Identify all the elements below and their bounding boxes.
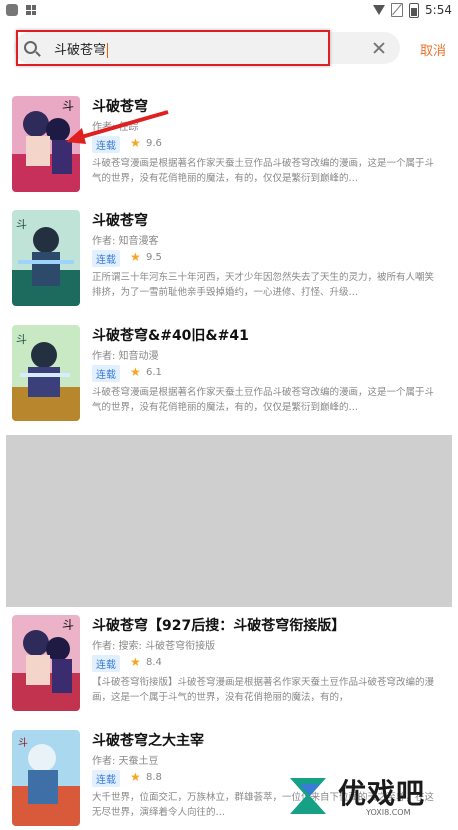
status-badge: 连载 [92,655,120,672]
annotation-highlight-box [16,30,330,66]
no-sim-icon [391,3,404,17]
status-time: 5:54 [425,3,452,17]
status-badge: 连载 [92,250,120,267]
watermark-text: 优戏吧 [338,777,426,810]
result-title[interactable]: 斗破苍穹 [92,210,148,230]
status-bar: 5:54 [0,0,458,20]
result-title[interactable]: 斗破苍穹之大主宰 [92,730,204,750]
result-score: 9.5 [146,252,162,263]
app-notification-icon [6,4,18,16]
result-description: 正所谓三十年河东三十年河西，天才少年因忽然失去了天生的灵力，被所有人嘲笑排挤，为… [92,272,435,298]
clear-icon[interactable] [372,41,386,55]
result-author: 作者: 知音漫客 [92,236,159,247]
svg-text:斗: 斗 [16,218,27,231]
ad-placeholder[interactable] [6,435,452,607]
grid-notification-icon [26,5,36,15]
cover-image: 斗 [12,210,80,306]
svg-text:斗: 斗 [18,737,28,749]
result-description: 斗破苍穹漫画是根据著名作家天蚕土豆作品斗破苍穹改编的漫画，这是一个属于斗气的世界… [92,158,435,184]
cover-image: 斗 [12,615,80,711]
battery-icon [409,2,420,18]
star-icon: ★ [130,250,141,264]
result-description: 【斗破苍穹衔接版】斗破苍穹漫画是根据著名作家天蚕土豆作品斗破苍穹改编的漫画，这是… [92,677,435,703]
star-icon: ★ [130,365,141,379]
result-description: 斗破苍穹漫画是根据著名作家天蚕土豆作品斗破苍穹改编的漫画，这是一个属于斗气的世界… [92,387,435,413]
result-item[interactable]: 斗 斗破苍穹【927后搜：斗破苍穹衔接版】 作者: 搜索: 斗破苍穹衔接版 连载… [12,615,448,715]
wifi-icon [373,5,386,15]
annotation-arrow [66,110,169,144]
result-author: 作者: 天蚕土豆 [92,756,159,767]
star-icon: ★ [130,770,141,784]
cover-image: 斗 [12,730,80,826]
watermark-logo-icon [290,778,326,814]
status-badge: 连载 [92,365,120,382]
result-title[interactable]: 斗破苍穹【927后搜：斗破苍穹衔接版】 [92,615,345,635]
result-item[interactable]: 斗 斗破苍穹 作者: 知音漫客 连载 ★ 9.5 正所谓三十年河东三十年河西，天… [12,210,448,310]
status-badge: 连载 [92,770,120,787]
star-icon: ★ [130,655,141,669]
result-score: 8.4 [146,657,162,668]
svg-text:斗: 斗 [16,333,27,346]
result-score: 8.8 [146,772,162,783]
cover-image: 斗 [12,325,80,421]
result-author: 作者: 知音动漫 [92,351,159,362]
result-item[interactable]: 斗 斗破苍穹&#40旧&#41 作者: 知音动漫 连载 ★ 6.1 斗破苍穹漫画… [12,325,448,425]
result-score: 6.1 [146,367,162,378]
result-author: 作者: 搜索: 斗破苍穹衔接版 [92,641,216,652]
watermark: 优戏吧 YOXI8.COM [280,772,458,820]
svg-text:斗: 斗 [62,618,74,632]
watermark-site: YOXI8.COM [366,808,411,817]
result-title[interactable]: 斗破苍穹&#40旧&#41 [92,325,249,345]
cancel-button[interactable]: 取消 [420,40,446,59]
